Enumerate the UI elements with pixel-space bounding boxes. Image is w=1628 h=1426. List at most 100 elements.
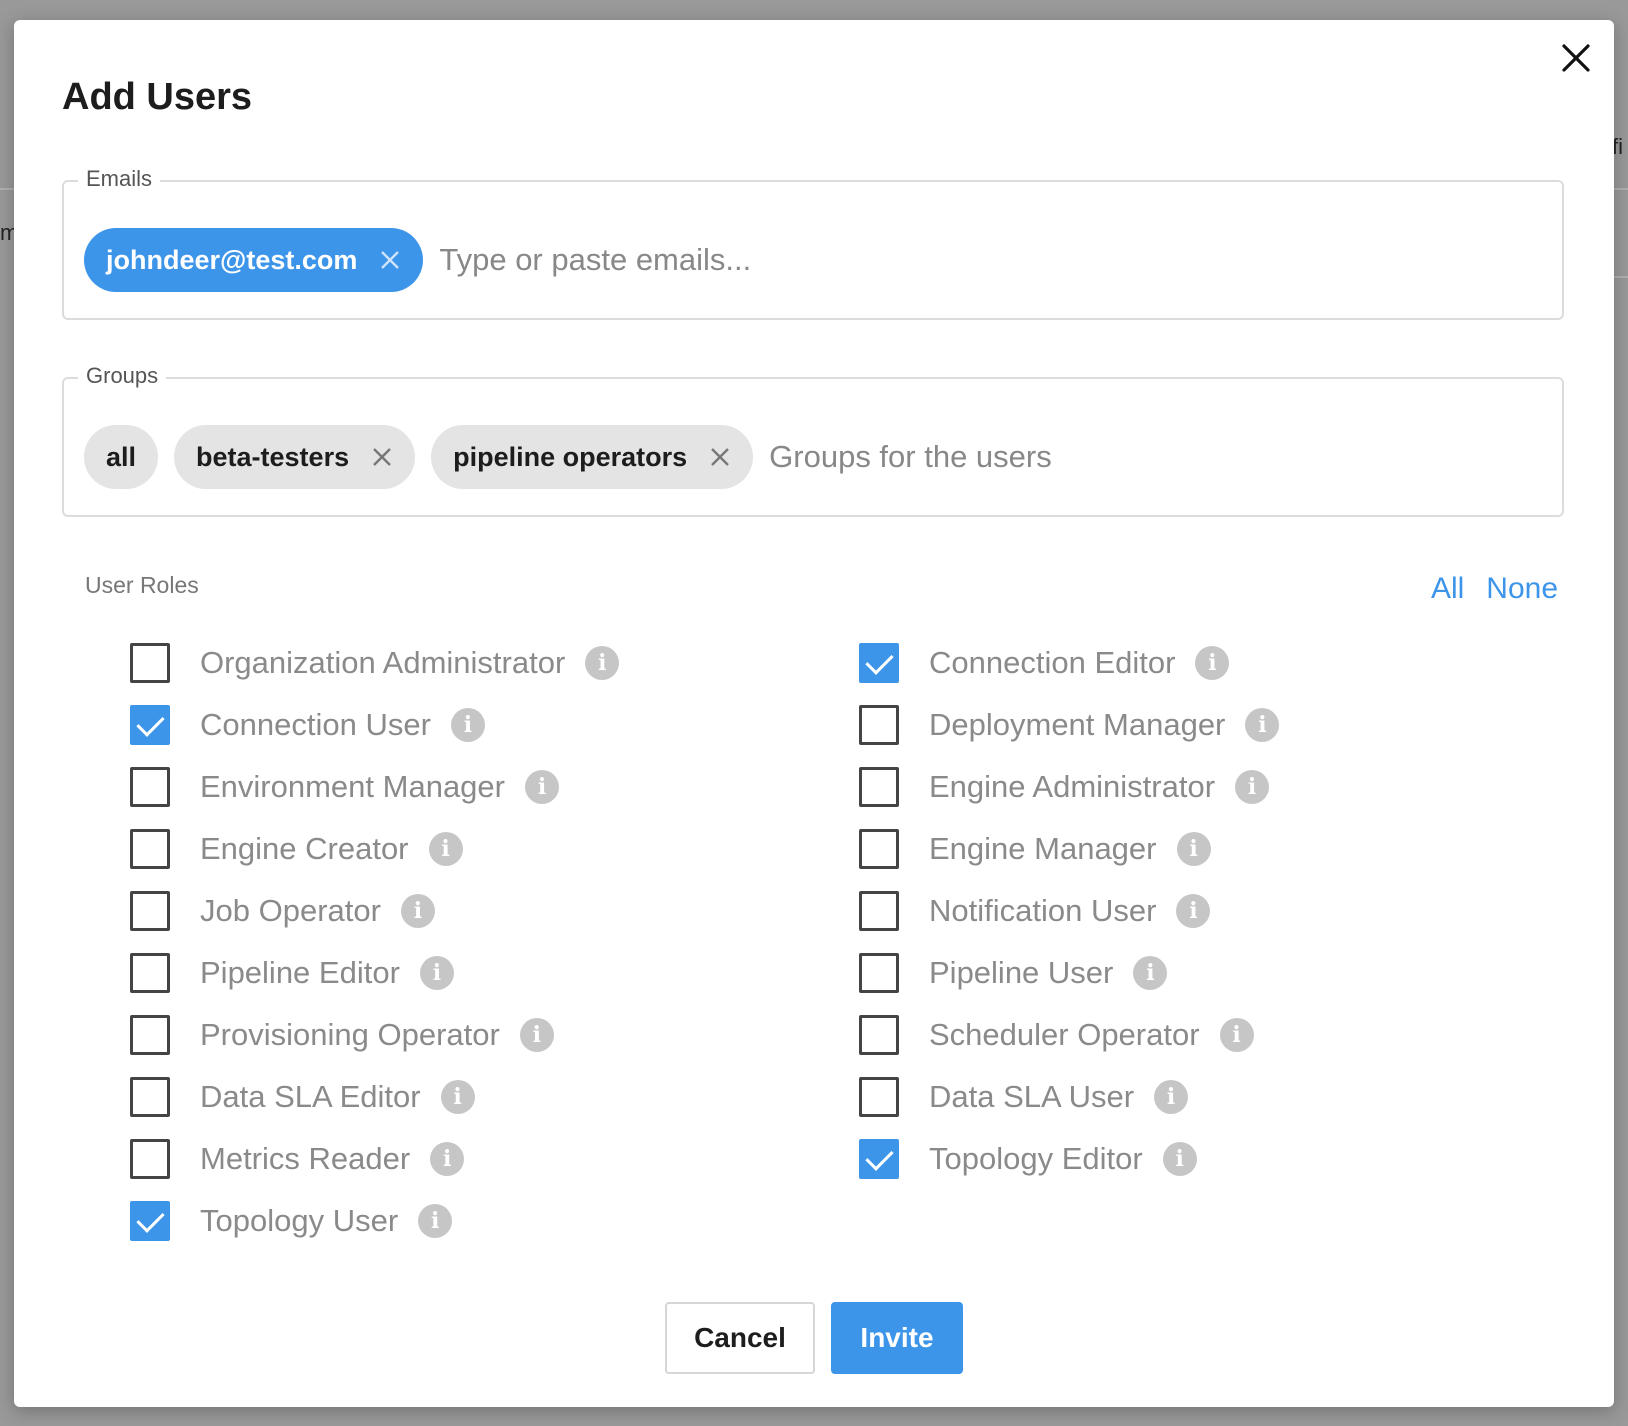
role-topology-editor: Topology Editor i	[859, 1128, 1559, 1190]
info-icon[interactable]: i	[1176, 894, 1211, 928]
info-icon[interactable]: i	[1162, 1142, 1197, 1176]
select-all-link[interactable]: All	[1431, 572, 1464, 606]
role-deployment-manager: Deployment Manager i	[859, 694, 1559, 756]
info-icon[interactable]: i	[400, 894, 435, 928]
role-checkbox[interactable]	[859, 767, 899, 807]
role-label[interactable]: Connection User	[200, 707, 431, 743]
role-checkbox[interactable]	[130, 1077, 170, 1117]
info-icon[interactable]: i	[450, 708, 485, 742]
info-icon[interactable]: i	[1235, 770, 1270, 804]
role-label[interactable]: Metrics Reader	[200, 1141, 410, 1177]
role-label[interactable]: Engine Manager	[929, 831, 1157, 867]
role-label[interactable]: Notification User	[929, 893, 1156, 929]
remove-chip-icon[interactable]	[709, 446, 731, 468]
role-checkbox[interactable]	[130, 767, 170, 807]
role-provisioning-operator: Provisioning Operator i	[130, 1004, 830, 1066]
role-environment-manager: Environment Manager i	[130, 756, 830, 818]
info-icon[interactable]: i	[440, 1080, 475, 1114]
info-icon[interactable]: i	[430, 1142, 465, 1176]
groups-input[interactable]	[769, 439, 1542, 475]
role-label[interactable]: Job Operator	[200, 893, 381, 929]
role-label[interactable]: Deployment Manager	[929, 707, 1225, 743]
role-notification-user: Notification User i	[859, 880, 1559, 942]
info-icon[interactable]: i	[585, 646, 620, 680]
groups-field[interactable]: Groups all beta-testers pipeline operato…	[62, 363, 1564, 517]
group-chip-label: beta-testers	[196, 441, 350, 472]
group-chip-all: all	[84, 425, 159, 489]
info-icon[interactable]: i	[1133, 956, 1168, 990]
select-none-link[interactable]: None	[1486, 572, 1558, 606]
background-divider	[1614, 276, 1628, 278]
role-checkbox[interactable]	[130, 1015, 170, 1055]
role-checkbox[interactable]	[859, 1139, 899, 1179]
group-chip-pipeline-operators: pipeline operators	[431, 425, 754, 489]
role-checkbox[interactable]	[130, 1139, 170, 1179]
role-checkbox[interactable]	[130, 953, 170, 993]
groups-legend: Groups	[78, 363, 167, 389]
role-scheduler-operator: Scheduler Operator i	[859, 1004, 1559, 1066]
role-label[interactable]: Topology User	[200, 1203, 398, 1239]
role-label[interactable]: Data SLA User	[929, 1079, 1134, 1115]
role-checkbox[interactable]	[130, 1201, 170, 1241]
info-icon[interactable]: i	[1176, 832, 1211, 866]
cancel-button[interactable]: Cancel	[665, 1302, 815, 1374]
role-checkbox[interactable]	[859, 1077, 899, 1117]
role-connection-editor: Connection Editor i	[859, 632, 1559, 694]
role-checkbox[interactable]	[130, 705, 170, 745]
info-icon[interactable]: i	[1245, 708, 1280, 742]
role-checkbox[interactable]	[859, 829, 899, 869]
dialog-footer: Cancel Invite	[14, 1302, 1614, 1374]
role-checkbox[interactable]	[130, 643, 170, 683]
role-label[interactable]: Topology Editor	[929, 1141, 1143, 1177]
role-checkbox[interactable]	[130, 891, 170, 931]
role-label[interactable]: Environment Manager	[200, 769, 505, 805]
info-icon[interactable]: i	[1219, 1018, 1254, 1052]
role-checkbox[interactable]	[859, 953, 899, 993]
role-label[interactable]: Pipeline User	[929, 955, 1113, 991]
emails-chip-row: johndeer@test.com	[84, 228, 1542, 292]
dialog-title: Add Users	[62, 76, 253, 118]
role-pipeline-editor: Pipeline Editor i	[130, 942, 830, 1004]
role-metrics-reader: Metrics Reader i	[130, 1128, 830, 1190]
role-checkbox[interactable]	[859, 643, 899, 683]
role-label[interactable]: Engine Creator	[200, 831, 409, 867]
role-label[interactable]: Pipeline Editor	[200, 955, 400, 991]
info-icon[interactable]: i	[419, 956, 454, 990]
group-chip-beta-testers: beta-testers	[174, 425, 416, 489]
role-engine-administrator: Engine Administrator i	[859, 756, 1559, 818]
info-icon[interactable]: i	[519, 1018, 554, 1052]
close-button[interactable]	[1556, 38, 1596, 78]
user-roles-label: User Roles	[85, 572, 199, 598]
group-chip-label: pipeline operators	[453, 441, 688, 472]
emails-legend: Emails	[78, 166, 161, 192]
info-icon[interactable]: i	[428, 832, 463, 866]
role-label[interactable]: Connection Editor	[929, 645, 1175, 681]
info-icon[interactable]: i	[418, 1204, 453, 1238]
role-label[interactable]: Provisioning Operator	[200, 1017, 500, 1053]
role-label[interactable]: Organization Administrator	[200, 645, 565, 681]
info-icon[interactable]: i	[525, 770, 559, 804]
emails-field[interactable]: Emails johndeer@test.com	[62, 166, 1564, 320]
remove-chip-icon[interactable]	[371, 446, 393, 468]
info-icon[interactable]: i	[1195, 646, 1230, 680]
email-chip: johndeer@test.com	[84, 228, 424, 292]
invite-button[interactable]: Invite	[831, 1302, 963, 1374]
role-label[interactable]: Engine Administrator	[929, 769, 1215, 805]
remove-chip-icon[interactable]	[379, 249, 401, 271]
role-label[interactable]: Data SLA Editor	[200, 1079, 421, 1115]
role-pipeline-user: Pipeline User i	[859, 942, 1559, 1004]
roles-column-left: Organization Administrator i Connection Us…	[130, 632, 830, 1252]
roles-select-links: All None	[1431, 572, 1558, 606]
role-engine-manager: Engine Manager i	[859, 818, 1559, 880]
info-icon[interactable]: i	[1154, 1080, 1189, 1114]
role-data-sla-user: Data SLA User i	[859, 1066, 1559, 1128]
role-checkbox[interactable]	[859, 891, 899, 931]
role-checkbox[interactable]	[859, 1015, 899, 1055]
close-icon	[1562, 44, 1590, 72]
role-label[interactable]: Scheduler Operator	[929, 1017, 1200, 1053]
emails-input[interactable]	[439, 242, 1542, 278]
background-divider	[0, 188, 14, 190]
role-engine-creator: Engine Creator i	[130, 818, 830, 880]
role-checkbox[interactable]	[859, 705, 899, 745]
role-checkbox[interactable]	[130, 829, 170, 869]
